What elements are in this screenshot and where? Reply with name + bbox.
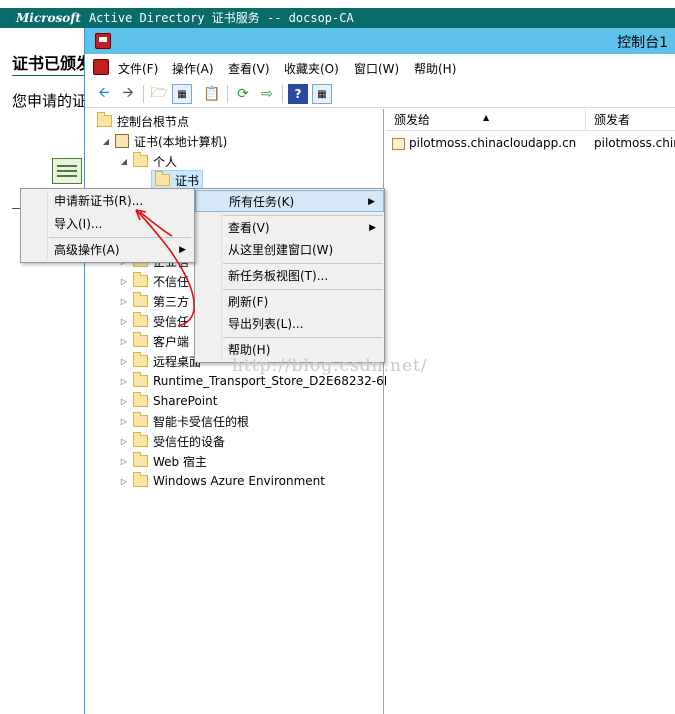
annotation-curve [135,209,195,327]
red-annotation-arrow [135,209,195,327]
